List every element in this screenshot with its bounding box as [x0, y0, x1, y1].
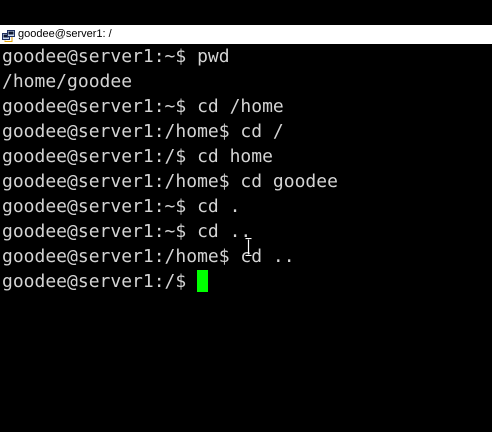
- terminal-line: goodee@server1:~$ cd /home: [2, 96, 284, 117]
- text-cursor: [197, 270, 209, 292]
- title-bar[interactable]: goodee@server1: /: [0, 25, 492, 44]
- putty-app-icon[interactable]: [2, 29, 15, 42]
- window-top-strip: [0, 0, 492, 25]
- terminal-line: goodee@server1:~$ cd ..: [2, 221, 252, 242]
- terminal-line: goodee@server1:/$ cd home: [2, 146, 273, 167]
- terminal-line: goodee@server1:~$ cd .: [2, 196, 241, 217]
- window-title: goodee@server1: /: [18, 28, 112, 40]
- current-prompt: goodee@server1:/$: [2, 271, 198, 292]
- mouse-ibeam-icon: [245, 238, 252, 256]
- terminal-line: goodee@server1:/home$ cd goodee: [2, 171, 338, 192]
- terminal-line: /home/goodee: [2, 71, 133, 92]
- terminal-line: goodee@server1:~$ pwd: [2, 46, 230, 67]
- terminal-window: goodee@server1: / goodee@server1:~$ pwd …: [0, 0, 492, 432]
- terminal-prompt-line[interactable]: goodee@server1:/$: [2, 269, 209, 294]
- terminal-screen[interactable]: goodee@server1:~$ pwd /home/goodee goode…: [0, 44, 492, 432]
- terminal-line: goodee@server1:/home$ cd /: [2, 121, 284, 142]
